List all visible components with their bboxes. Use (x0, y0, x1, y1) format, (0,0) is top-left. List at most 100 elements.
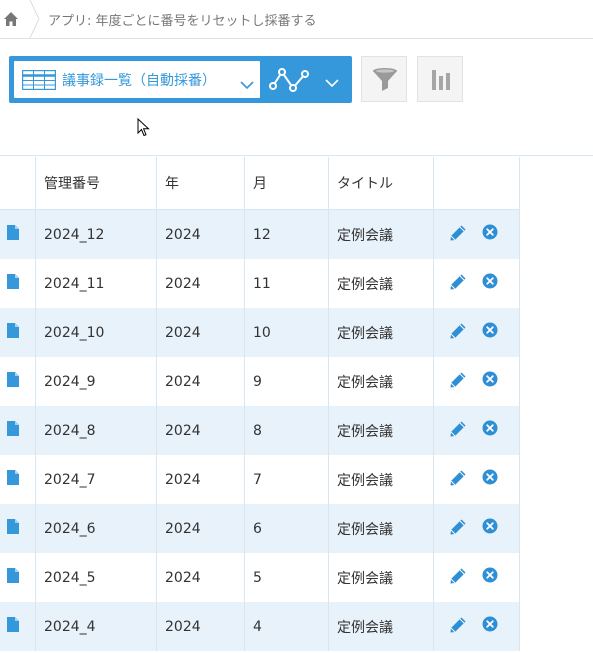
edit-icon[interactable] (449, 273, 467, 295)
month-cell: 10 (245, 308, 329, 357)
record-file-icon[interactable] (7, 323, 19, 342)
actions-cell (434, 210, 519, 259)
month-cell: 9 (245, 357, 329, 406)
table-row: 2024_7 2024 7 定例会議 (0, 455, 520, 504)
actions-cell (434, 406, 519, 455)
record-table: 管理番号 年 月 タイトル 2024_12 2024 12 定例会議 2024_… (0, 157, 520, 651)
actions-cell (434, 357, 519, 406)
title-cell: 定例会議 (329, 259, 434, 308)
actions-cell (434, 504, 519, 553)
delete-icon[interactable] (482, 567, 498, 587)
management-number-cell: 2024_4 (36, 602, 157, 651)
management-number-cell: 2024_5 (36, 553, 157, 602)
header-title[interactable]: タイトル (329, 157, 434, 209)
actions-cell (434, 602, 519, 651)
delete-icon[interactable] (482, 616, 498, 636)
delete-icon[interactable] (482, 322, 498, 342)
table-row: 2024_4 2024 4 定例会議 (0, 602, 520, 651)
edit-icon[interactable] (449, 224, 467, 246)
delete-icon[interactable] (482, 469, 498, 489)
header-detail-column (0, 157, 36, 209)
view-selector: 議事録一覧（自動採番） (9, 56, 352, 103)
year-cell: 2024 (157, 210, 245, 259)
management-number-cell: 2024_12 (36, 210, 157, 259)
delete-icon[interactable] (482, 518, 498, 538)
edit-icon[interactable] (449, 371, 467, 393)
year-cell: 2024 (157, 553, 245, 602)
title-cell: 定例会議 (329, 602, 434, 651)
table-row: 2024_10 2024 10 定例会議 (0, 308, 520, 357)
title-cell: 定例会議 (329, 406, 434, 455)
title-cell: 定例会議 (329, 357, 434, 406)
header-management-number[interactable]: 管理番号 (36, 157, 157, 209)
record-file-icon[interactable] (7, 617, 19, 636)
actions-cell (434, 553, 519, 602)
detail-cell (0, 504, 36, 553)
table-row: 2024_9 2024 9 定例会議 (0, 357, 520, 406)
record-file-icon[interactable] (7, 225, 19, 244)
view-dropdown[interactable]: 議事録一覧（自動採番） (14, 61, 260, 98)
edit-icon[interactable] (449, 420, 467, 442)
bar-chart-icon (432, 70, 450, 90)
detail-cell (0, 455, 36, 504)
edit-icon[interactable] (449, 322, 467, 344)
year-cell: 2024 (157, 357, 245, 406)
title-cell: 定例会議 (329, 210, 434, 259)
table-row: 2024_11 2024 11 定例会議 (0, 259, 520, 308)
month-cell: 7 (245, 455, 329, 504)
delete-icon[interactable] (482, 420, 498, 440)
month-cell: 6 (245, 504, 329, 553)
record-file-icon[interactable] (7, 274, 19, 293)
record-file-icon[interactable] (7, 372, 19, 391)
year-cell: 2024 (157, 602, 245, 651)
detail-cell (0, 357, 36, 406)
title-cell: 定例会議 (329, 553, 434, 602)
delete-icon[interactable] (482, 371, 498, 391)
edit-icon[interactable] (449, 616, 467, 638)
filter-icon (373, 68, 397, 91)
actions-cell (434, 455, 519, 504)
management-number-cell: 2024_11 (36, 259, 157, 308)
table-row: 2024_8 2024 8 定例会議 (0, 406, 520, 455)
chart-button[interactable] (417, 56, 463, 102)
title-cell: 定例会議 (329, 308, 434, 357)
edit-icon[interactable] (449, 518, 467, 540)
edit-icon[interactable] (449, 469, 467, 491)
delete-icon[interactable] (482, 224, 498, 244)
management-number-cell: 2024_6 (36, 504, 157, 553)
month-cell: 12 (245, 210, 329, 259)
breadcrumb: アプリ: 年度ごとに番号をリセットし採番する (0, 0, 593, 39)
list-grid-icon (21, 69, 57, 94)
year-cell: 2024 (157, 308, 245, 357)
table-row: 2024_5 2024 5 定例会議 (0, 553, 520, 602)
record-file-icon[interactable] (7, 519, 19, 538)
actions-cell (434, 308, 519, 357)
title-cell: 定例会議 (329, 504, 434, 553)
management-number-cell: 2024_9 (36, 357, 157, 406)
header-month[interactable]: 月 (245, 157, 329, 209)
chevron-down-icon (240, 75, 254, 94)
management-number-cell: 2024_7 (36, 455, 157, 504)
toolbar-divider (0, 155, 593, 156)
breadcrumb-separator (28, 0, 42, 39)
mouse-cursor-icon (137, 117, 151, 142)
month-cell: 4 (245, 602, 329, 651)
graph-icon[interactable] (269, 66, 313, 98)
home-icon[interactable] (2, 10, 20, 28)
graph-chevron-down-icon[interactable] (325, 73, 339, 92)
year-cell: 2024 (157, 504, 245, 553)
record-file-icon[interactable] (7, 568, 19, 587)
breadcrumb-app-name[interactable]: アプリ: 年度ごとに番号をリセットし採番する (48, 10, 317, 29)
filter-button[interactable] (361, 56, 407, 102)
delete-icon[interactable] (482, 273, 498, 293)
view-name: 議事録一覧（自動採番） (62, 73, 216, 89)
detail-cell (0, 308, 36, 357)
header-year[interactable]: 年 (157, 157, 245, 209)
year-cell: 2024 (157, 455, 245, 504)
edit-icon[interactable] (449, 567, 467, 589)
month-cell: 5 (245, 553, 329, 602)
management-number-cell: 2024_10 (36, 308, 157, 357)
record-file-icon[interactable] (7, 421, 19, 440)
detail-cell (0, 210, 36, 259)
record-file-icon[interactable] (7, 470, 19, 489)
